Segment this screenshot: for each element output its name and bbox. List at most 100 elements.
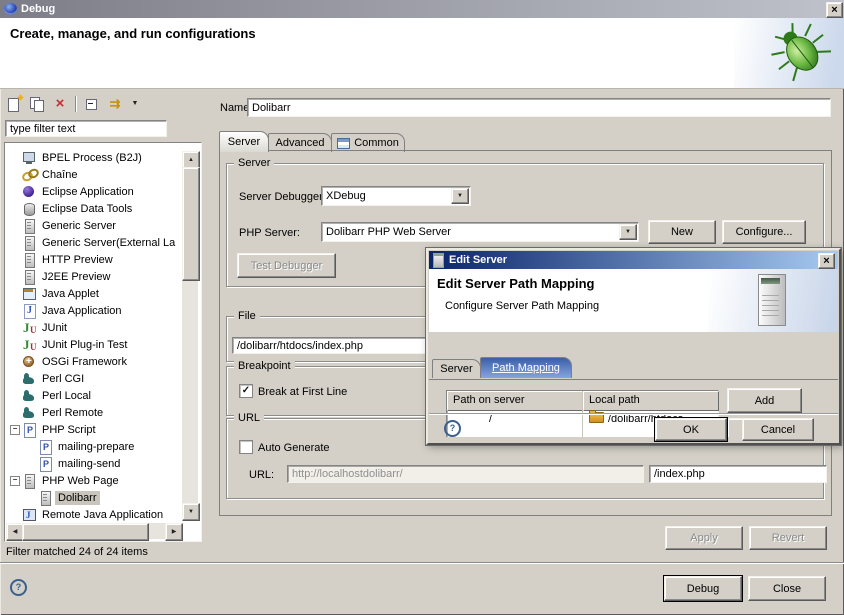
tree-item[interactable]: Java Applet	[5, 285, 181, 302]
tree-item[interactable]: mailing-prepare	[5, 438, 181, 455]
duplicate-configuration-icon[interactable]	[29, 96, 45, 112]
tree-item-label[interactable]: Perl CGI	[39, 372, 87, 386]
tree-item[interactable]: Eclipse Application	[5, 183, 181, 200]
tree-item-label[interactable]: Java Applet	[39, 287, 102, 301]
collapse-all-icon[interactable]	[84, 96, 100, 112]
toolbar-menu-chevron-icon[interactable]: ▼	[130, 96, 140, 112]
tree-expander[interactable]	[9, 372, 22, 385]
url-path-input[interactable]	[649, 465, 827, 483]
dialog-tab-path-mapping[interactable]: Path Mapping	[480, 357, 572, 378]
tree-item[interactable]: HTTP Preview	[5, 251, 181, 268]
tree-expander[interactable]	[9, 389, 22, 402]
filter-icon[interactable]: ⇉	[107, 96, 123, 112]
tree-expander[interactable]	[9, 168, 22, 181]
window-close-button[interactable]: ×	[826, 2, 843, 18]
help-icon[interactable]: ?	[10, 579, 27, 596]
php-server-combo[interactable]: Dolibarr PHP Web Server ▼	[321, 222, 639, 242]
filter-input[interactable]	[5, 120, 167, 137]
tree-item-label[interactable]: Perl Remote	[39, 406, 106, 420]
auto-generate-checkbox[interactable]	[239, 440, 253, 454]
tree-item-label[interactable]: Remote Java Application	[39, 508, 166, 522]
cancel-button[interactable]: Cancel	[742, 418, 814, 441]
tree-item[interactable]: BPEL Process (B2J)	[5, 149, 181, 166]
tree-item[interactable]: Perl Local	[5, 387, 181, 404]
tree-item[interactable]: PHP Web Page	[5, 472, 181, 489]
tree-item[interactable]: Chaîne	[5, 166, 181, 183]
tree-expander[interactable]	[25, 491, 38, 504]
tree-item[interactable]: Dolibarr	[5, 489, 181, 506]
tree-expander[interactable]	[9, 321, 22, 334]
dialog-tab-server[interactable]: Server	[432, 359, 481, 378]
tree-item-label[interactable]: Generic Server	[39, 219, 119, 233]
tree-item[interactable]: J2EE Preview	[5, 268, 181, 285]
server-debugger-combo[interactable]: XDebug ▼	[321, 186, 471, 206]
scroll-right-icon[interactable]: ▶	[165, 523, 183, 541]
tree-expander[interactable]	[25, 457, 38, 470]
tree-expander[interactable]	[9, 406, 22, 419]
tree-item-label[interactable]: Chaîne	[39, 168, 80, 182]
apply-button[interactable]: Apply	[665, 526, 743, 550]
tree-item[interactable]: PHP Script	[5, 421, 181, 438]
tree-item[interactable]: Generic Server(External La	[5, 234, 181, 251]
tree-item[interactable]: OSGi Framework	[5, 353, 181, 370]
tree-item-label[interactable]: Java Application	[39, 304, 125, 318]
tree-item-label[interactable]: mailing-prepare	[55, 440, 137, 454]
chevron-down-icon[interactable]: ▼	[451, 188, 469, 204]
tree-item-label[interactable]: OSGi Framework	[39, 355, 130, 369]
tree-item-label[interactable]: HTTP Preview	[39, 253, 116, 267]
tree-expander[interactable]	[9, 508, 22, 521]
new-configuration-icon[interactable]	[6, 96, 22, 112]
tree-item-label[interactable]: J2EE Preview	[39, 270, 113, 284]
tree-item-label[interactable]: JUnit	[39, 321, 70, 335]
tree-item-label[interactable]: Eclipse Data Tools	[39, 202, 135, 216]
dialog-close-button[interactable]: ×	[818, 253, 835, 269]
revert-button[interactable]: Revert	[749, 526, 827, 550]
tree-expander[interactable]	[9, 253, 22, 266]
tree-item[interactable]: mailing-send	[5, 455, 181, 472]
name-input[interactable]	[247, 98, 831, 117]
tree-expander[interactable]	[9, 338, 22, 351]
tree-item[interactable]: Eclipse Data Tools	[5, 200, 181, 217]
add-mapping-button[interactable]: Add	[727, 388, 802, 413]
tree-item[interactable]: Perl Remote	[5, 404, 181, 421]
tree-expander[interactable]	[9, 304, 22, 317]
configure-button[interactable]: Configure...	[722, 220, 806, 244]
tree-expander[interactable]	[9, 185, 22, 198]
dialog-titlebar[interactable]: Edit Server	[429, 251, 838, 269]
tree-item-label[interactable]: PHP Web Page	[39, 474, 122, 488]
tree-expander[interactable]	[25, 440, 38, 453]
tree-item[interactable]: Perl CGI	[5, 370, 181, 387]
tree-expander[interactable]	[9, 219, 22, 232]
close-button[interactable]: Close	[748, 576, 826, 601]
tree-expander[interactable]	[9, 236, 22, 249]
tree-item-label[interactable]: Generic Server(External La	[39, 236, 178, 250]
debug-button[interactable]: Debug	[664, 576, 742, 601]
tree-item-label[interactable]: PHP Script	[39, 423, 99, 437]
tree-item-label[interactable]: Dolibarr	[55, 491, 100, 505]
tree-vscrollbar-thumb[interactable]	[182, 167, 200, 281]
tree-item-label[interactable]: mailing-send	[55, 457, 123, 471]
chevron-down-icon[interactable]: ▼	[619, 224, 637, 240]
tree-expander[interactable]	[9, 202, 22, 215]
ok-button[interactable]: OK	[655, 418, 727, 441]
tree-item-label[interactable]: BPEL Process (B2J)	[39, 151, 145, 165]
break-first-line-checkbox[interactable]: ✓	[239, 384, 253, 398]
window-titlebar[interactable]: Debug	[0, 0, 844, 18]
tree-item[interactable]: JUnit	[5, 319, 181, 336]
tree-expander[interactable]	[9, 151, 22, 164]
tab-server[interactable]: Server	[219, 131, 269, 152]
column-header-local-path[interactable]: Local path	[583, 391, 719, 411]
tree-item[interactable]: JUnit Plug-in Test	[5, 336, 181, 353]
tree-hscrollbar-thumb[interactable]	[22, 523, 149, 541]
tree-item-label[interactable]: Perl Local	[39, 389, 94, 403]
tree-item[interactable]: Remote Java Application	[5, 506, 181, 523]
column-header-path-on-server[interactable]: Path on server	[447, 391, 584, 411]
tree-item-label[interactable]: JUnit Plug-in Test	[39, 338, 130, 352]
tree-expander[interactable]	[9, 423, 22, 436]
dialog-help-icon[interactable]: ?	[444, 420, 461, 437]
new-server-button[interactable]: New	[648, 220, 716, 244]
tree-item[interactable]: Generic Server	[5, 217, 181, 234]
scroll-down-icon[interactable]: ▼	[182, 503, 200, 521]
tree-item-label[interactable]: Eclipse Application	[39, 185, 137, 199]
tree-expander[interactable]	[9, 287, 22, 300]
